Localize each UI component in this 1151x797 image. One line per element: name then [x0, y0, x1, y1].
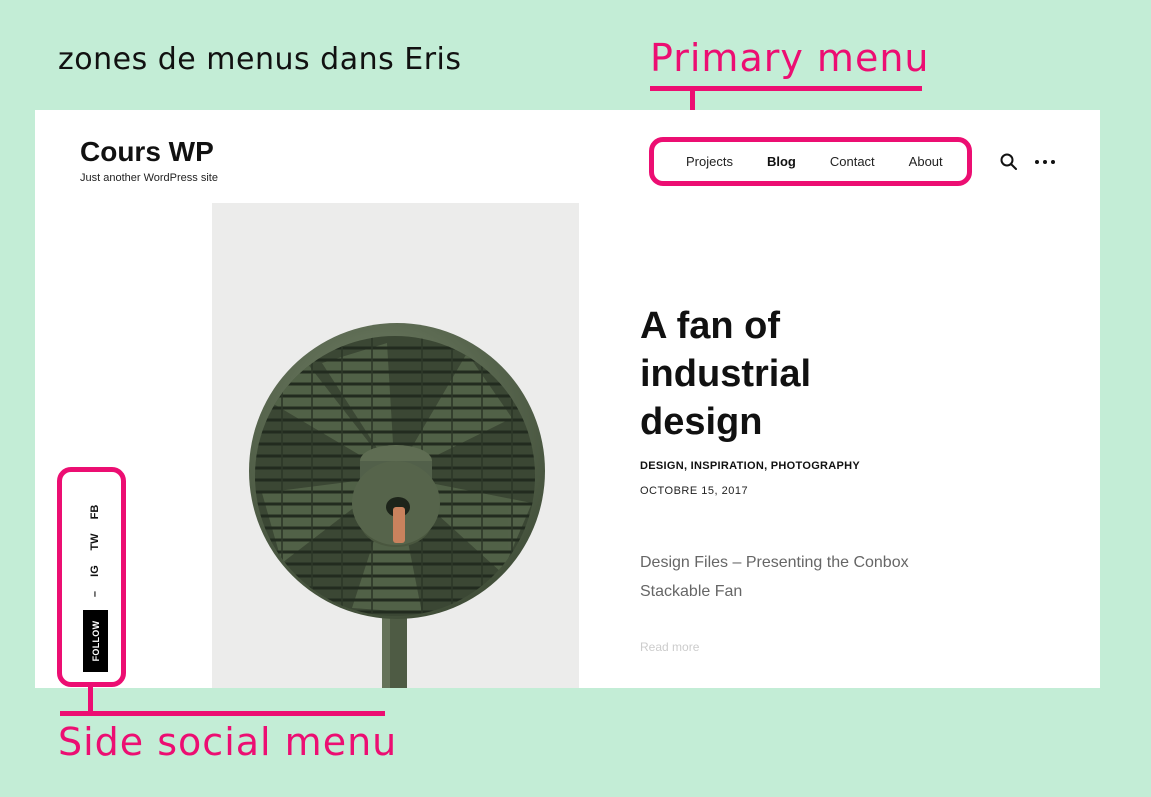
side-menu-callout: Side social menu: [58, 720, 398, 764]
site-tagline: Just another WordPress site: [80, 172, 218, 184]
read-more-link[interactable]: Read more: [640, 640, 699, 654]
primary-menu-highlight: [649, 137, 972, 186]
post-date: OCTOBRE 15, 2017: [640, 485, 749, 497]
post-title[interactable]: A fan of industrial design: [640, 302, 900, 446]
post-excerpt: Design Files – Presenting the Conbox Sta…: [640, 554, 909, 600]
more-dots-icon[interactable]: [1033, 152, 1061, 172]
side-menu-highlight: [57, 467, 126, 687]
side-menu-underline: [60, 711, 385, 716]
site-title[interactable]: Cours WP: [80, 136, 214, 168]
primary-menu-callout: Primary menu: [650, 36, 930, 80]
search-icon[interactable]: [999, 152, 1019, 172]
featured-image[interactable]: [212, 203, 579, 688]
post-categories[interactable]: DESIGN, INSPIRATION, PHOTOGRAPHY: [640, 460, 860, 472]
annotation-title: zones de menus dans Eris: [58, 42, 462, 77]
site-preview: Cours WP Just another WordPress site Pro…: [35, 110, 1100, 688]
